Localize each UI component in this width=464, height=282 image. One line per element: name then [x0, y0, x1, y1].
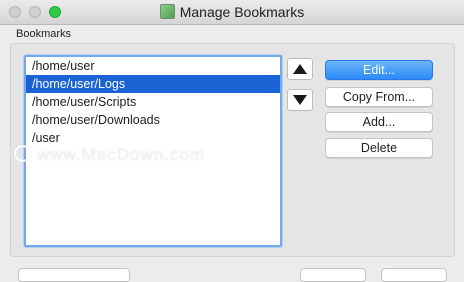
watermark-logo-icon	[14, 145, 31, 162]
edit-button[interactable]: Edit...	[325, 60, 433, 80]
list-item[interactable]: /home/user	[26, 57, 280, 75]
bottom-left-button[interactable]	[18, 268, 130, 282]
watermark-text: www.MacDown.com	[37, 145, 206, 164]
triangle-up-icon	[293, 64, 307, 74]
window-title-area: Manage Bookmarks	[0, 4, 464, 20]
move-up-button[interactable]	[287, 58, 313, 80]
list-item[interactable]: /home/user/Downloads	[26, 111, 280, 129]
add-button[interactable]: Add...	[325, 112, 433, 132]
watermark: www.MacDown.com	[14, 145, 205, 165]
bottom-right-button[interactable]	[381, 268, 447, 282]
triangle-down-icon	[293, 95, 307, 105]
delete-button[interactable]: Delete	[325, 138, 433, 158]
title-bar: Manage Bookmarks	[0, 0, 464, 25]
bookmarks-group-label: Bookmarks	[16, 28, 72, 40]
bottom-middle-button[interactable]	[300, 268, 366, 282]
list-item[interactable]: /home/user/Scripts	[26, 93, 280, 111]
list-item-selected[interactable]: /home/user/Logs	[26, 75, 280, 93]
window-title: Manage Bookmarks	[179, 4, 305, 20]
app-icon	[159, 4, 175, 19]
copy-from-button[interactable]: Copy From...	[325, 87, 433, 107]
move-down-button[interactable]	[287, 89, 313, 111]
